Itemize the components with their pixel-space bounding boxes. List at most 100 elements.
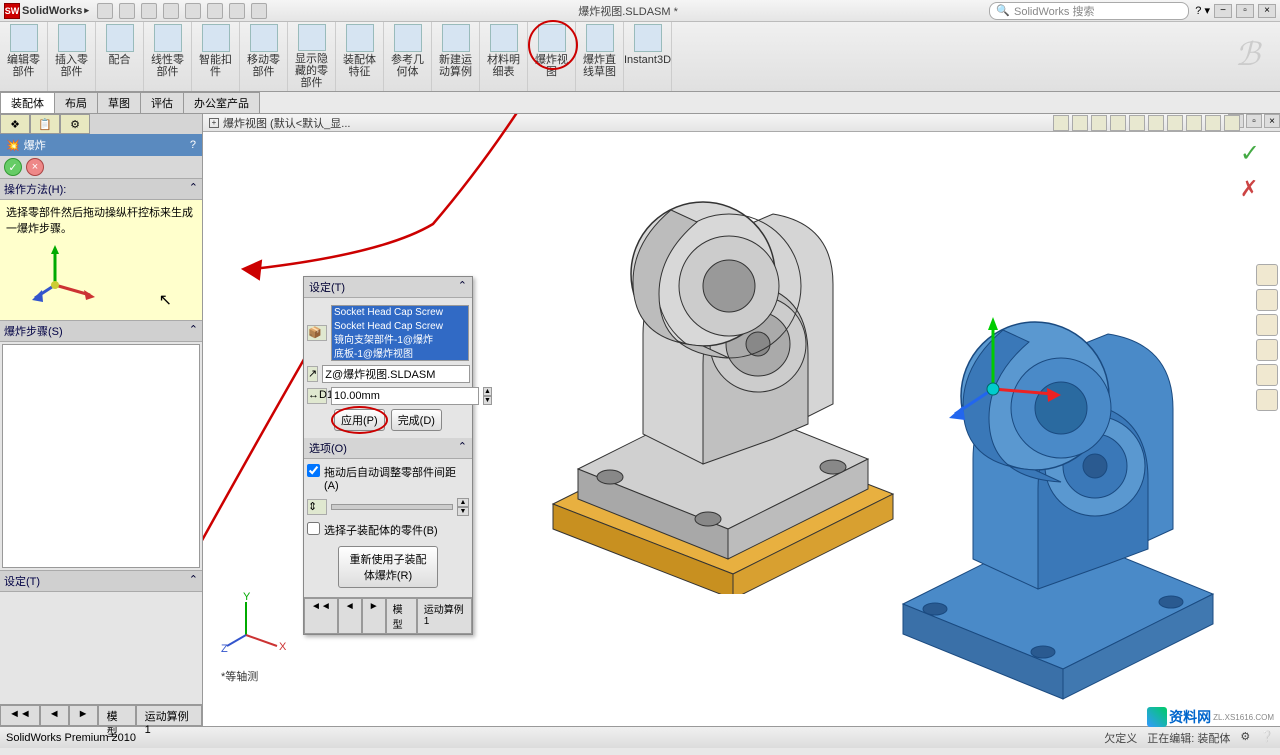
nav-left[interactable]: ◄	[40, 705, 69, 726]
apply-button[interactable]: 应用(P)	[334, 409, 385, 431]
nav-prev[interactable]: ◄◄	[0, 705, 40, 726]
mate-button[interactable]: 配合	[96, 22, 144, 91]
model-blue-selected[interactable]	[873, 284, 1273, 724]
vp-close[interactable]: ×	[1264, 114, 1280, 128]
confirm-cancel[interactable]: ✗	[1240, 176, 1260, 202]
model-tab[interactable]: 模型	[386, 598, 417, 634]
select-sub-checkbox[interactable]	[307, 522, 320, 535]
collapse-icon[interactable]: ⌃	[458, 279, 467, 295]
spacing-spinner[interactable]: ▲▼	[457, 498, 469, 516]
undo-icon[interactable]	[185, 3, 201, 19]
list-item[interactable]: 镜向支架部件-1@爆炸	[332, 334, 468, 348]
collapse-icon[interactable]: ⌃	[189, 181, 198, 197]
display-style-icon[interactable]	[1148, 115, 1164, 131]
panel-title-bar: 💥 爆炸 ?	[0, 134, 202, 156]
minimize-button[interactable]: −	[1214, 4, 1232, 18]
vp-restore[interactable]: ▫	[1246, 114, 1262, 128]
new-icon[interactable]	[97, 3, 113, 19]
zoom-fit-icon[interactable]	[1053, 115, 1069, 131]
new-motion-study-button[interactable]: 新建运动算例	[432, 22, 480, 91]
section-view-icon[interactable]	[1110, 115, 1126, 131]
zoom-area-icon[interactable]	[1072, 115, 1088, 131]
auto-adjust-checkbox[interactable]	[307, 464, 320, 477]
print-icon[interactable]	[163, 3, 179, 19]
tab-office[interactable]: 办公室产品	[183, 92, 260, 113]
open-icon[interactable]	[119, 3, 135, 19]
instant3d-button[interactable]: Instant3D	[624, 22, 672, 91]
nav-left[interactable]: ◄	[338, 598, 362, 634]
search-box[interactable]: 🔍 SolidWorks 搜索	[989, 2, 1189, 20]
config-tab[interactable]: ⚙	[60, 114, 90, 134]
close-button[interactable]: ×	[1258, 4, 1276, 18]
nav-prev[interactable]: ◄◄	[304, 598, 338, 634]
panel-tabs: ❖ 📋 ⚙	[0, 114, 202, 134]
tab-sketch[interactable]: 草图	[97, 92, 141, 113]
graphics-viewport[interactable]: + 爆炸视图 (默认<默认_显... − ▫ × ✓ ✗	[203, 114, 1280, 726]
motion-tab[interactable]: 运动算例 1	[417, 598, 472, 634]
save-icon[interactable]	[141, 3, 157, 19]
tab-assembly[interactable]: 装配体	[0, 92, 55, 113]
hide-show-icon[interactable]	[1167, 115, 1183, 131]
motion-study-tab[interactable]: 运动算例 1	[136, 705, 202, 726]
list-item[interactable]: Socket Head Cap Screw	[332, 306, 468, 320]
tab-evaluate[interactable]: 评估	[140, 92, 184, 113]
view-orientation-icon[interactable]	[1129, 115, 1145, 131]
confirmation-corner: ✓ ✗	[1240, 139, 1260, 202]
assembly-features-button[interactable]: 装配体特征	[336, 22, 384, 91]
move-component-button[interactable]: 移动零部件	[240, 22, 288, 91]
view-settings-icon[interactable]	[1224, 115, 1240, 131]
list-item[interactable]: Socket Head Cap Screw	[332, 320, 468, 334]
exploded-view-button[interactable]: 爆炸视图	[528, 22, 576, 91]
help-icon[interactable]: ?	[190, 139, 196, 151]
command-manager-tabs: 装配体 布局 草图 评估 办公室产品	[0, 92, 1280, 114]
apply-scene-icon[interactable]	[1205, 115, 1221, 131]
resources-tab[interactable]	[1256, 264, 1278, 286]
nav-right[interactable]: ►	[362, 598, 386, 634]
status-editing: 正在编辑: 装配体	[1147, 730, 1230, 746]
component-list[interactable]: Socket Head Cap Screw Socket Head Cap Sc…	[331, 305, 469, 361]
tab-layout[interactable]: 布局	[54, 92, 98, 113]
model-gray[interactable]	[523, 154, 923, 594]
bom-button[interactable]: 材料明细表	[480, 22, 528, 91]
feature-tree-tab[interactable]: ❖	[0, 114, 30, 134]
restore-button[interactable]: ▫	[1236, 4, 1254, 18]
done-button[interactable]: 完成(D)	[391, 409, 442, 431]
distance-field[interactable]	[331, 387, 479, 405]
nav-right[interactable]: ►	[69, 705, 98, 726]
select-icon[interactable]	[207, 3, 223, 19]
sw-logo-icon: SW	[4, 3, 20, 19]
feature-tree-breadcrumb[interactable]: 爆炸视图 (默认<默认_显...	[223, 115, 350, 131]
direction-field[interactable]	[322, 365, 470, 383]
help-icon[interactable]: ? ▾	[1195, 4, 1210, 17]
reuse-explode-button[interactable]: 重新使用子装配体爆炸(R)	[338, 546, 438, 588]
move-triad[interactable]	[943, 314, 1063, 434]
settings-title: 设定(T)	[309, 279, 345, 295]
spacing-slider[interactable]	[331, 504, 453, 510]
cancel-button[interactable]: ×	[26, 158, 44, 176]
collapse-icon[interactable]: ⌃	[458, 440, 467, 456]
list-item[interactable]: 底板-1@爆炸视图	[332, 348, 468, 361]
explode-steps-list[interactable]	[2, 344, 200, 568]
direction-icon[interactable]: ↗	[307, 366, 318, 382]
edit-appearance-icon[interactable]	[1186, 115, 1202, 131]
status-help[interactable]: ❔	[1260, 730, 1274, 746]
options-icon[interactable]	[251, 3, 267, 19]
ok-button[interactable]: ✓	[4, 158, 22, 176]
distance-spinner[interactable]: ▲▼	[483, 387, 492, 405]
reference-geometry-button[interactable]: 参考几何体	[384, 22, 432, 91]
edit-component-button[interactable]: 编辑零部件	[0, 22, 48, 91]
linear-pattern-button[interactable]: 线性零部件	[144, 22, 192, 91]
explode-line-sketch-button[interactable]: 爆炸直线草图	[576, 22, 624, 91]
show-hidden-button[interactable]: 显示隐藏的零部件	[288, 22, 336, 91]
model-tab[interactable]: 模型	[98, 705, 136, 726]
status-options[interactable]: ⚙	[1240, 730, 1250, 746]
insert-component-button[interactable]: 插入零部件	[48, 22, 96, 91]
collapse-icon[interactable]: ⌃	[189, 573, 198, 589]
rebuild-icon[interactable]	[229, 3, 245, 19]
previous-view-icon[interactable]	[1091, 115, 1107, 131]
confirm-ok[interactable]: ✓	[1240, 139, 1260, 168]
collapse-icon[interactable]: ⌃	[189, 323, 198, 339]
smart-fasteners-button[interactable]: 智能扣件	[192, 22, 240, 91]
property-tab[interactable]: 📋	[30, 114, 60, 134]
expand-tree-icon[interactable]: +	[209, 118, 219, 128]
